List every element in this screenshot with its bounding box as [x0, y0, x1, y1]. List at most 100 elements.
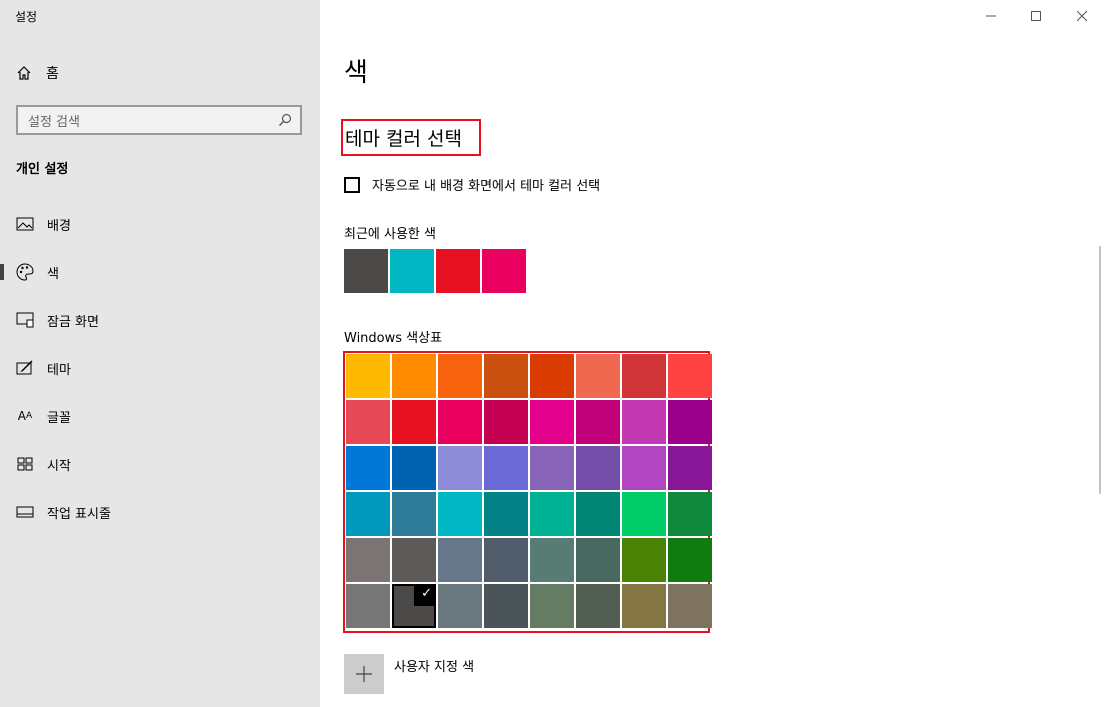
sidebar-item-label: 색: [47, 266, 59, 282]
palette-color-swatch[interactable]: [576, 538, 620, 582]
sidebar-item-label: 글꼴: [47, 410, 71, 426]
lock-screen-icon: [15, 310, 35, 330]
palette-color-swatch[interactable]: [530, 446, 574, 490]
sidebar-item-color[interactable]: 색: [0, 256, 320, 288]
sidebar-item-label: 배경: [47, 218, 71, 234]
palette-color-swatch[interactable]: [530, 492, 574, 536]
palette-color-swatch[interactable]: [576, 584, 620, 628]
palette-color-swatch[interactable]: [622, 584, 666, 628]
palette-color-swatch[interactable]: [484, 400, 528, 444]
palette-grid: ✓: [346, 354, 712, 628]
sidebar-item-label: 테마: [47, 362, 71, 378]
palette-color-swatch[interactable]: [346, 492, 390, 536]
start-icon: [15, 454, 35, 474]
plus-icon: [356, 666, 372, 682]
sidebar-item-font[interactable]: AA 글꼴: [0, 400, 320, 432]
palette-color-swatch[interactable]: [392, 354, 436, 398]
sidebar-item-theme[interactable]: 테마: [0, 352, 320, 384]
palette-color-swatch[interactable]: [438, 492, 482, 536]
palette-color-swatch[interactable]: [392, 400, 436, 444]
palette-color-swatch[interactable]: [392, 492, 436, 536]
palette-color-swatch[interactable]: [346, 584, 390, 628]
page-title: 색: [344, 58, 368, 88]
minimize-icon: [986, 15, 996, 17]
theme-brush-icon: [15, 358, 35, 378]
palette-color-swatch[interactable]: [668, 538, 712, 582]
sidebar-item-label: 작업 표시줄: [47, 506, 111, 522]
palette-color-swatch[interactable]: [530, 354, 574, 398]
picture-icon: [15, 214, 35, 234]
theme-color-heading-text: 테마 컬러 선택: [345, 128, 462, 150]
palette-color-swatch[interactable]: [530, 400, 574, 444]
app-title: 설정: [15, 10, 38, 24]
checkmark-icon: ✓: [421, 586, 432, 601]
palette-color-swatch[interactable]: [668, 354, 712, 398]
custom-color-button[interactable]: [344, 654, 384, 694]
palette-icon: [15, 262, 35, 282]
palette-color-swatch[interactable]: [668, 400, 712, 444]
palette-color-swatch[interactable]: [668, 446, 712, 490]
palette-color-swatch[interactable]: [484, 492, 528, 536]
maximize-button[interactable]: [1013, 0, 1059, 32]
auto-color-checkbox[interactable]: [344, 176, 360, 193]
theme-color-heading: 테마 컬러 선택: [341, 119, 481, 156]
palette-color-swatch[interactable]: [484, 354, 528, 398]
recent-color-swatch[interactable]: [436, 249, 480, 293]
palette-color-swatch[interactable]: [576, 492, 620, 536]
palette-color-swatch[interactable]: [438, 354, 482, 398]
palette-color-swatch[interactable]: [438, 400, 482, 444]
sidebar-home[interactable]: 홈: [16, 62, 59, 84]
recent-color-swatch[interactable]: [482, 249, 526, 293]
search-icon: [279, 113, 292, 126]
home-icon: [17, 66, 31, 80]
palette-color-swatch[interactable]: [346, 446, 390, 490]
palette-color-swatch[interactable]: [622, 400, 666, 444]
recent-color-swatch[interactable]: [390, 249, 434, 293]
palette-color-swatch[interactable]: [576, 446, 620, 490]
palette-color-swatch[interactable]: [622, 492, 666, 536]
sidebar-item-lock-screen[interactable]: 잠금 화면: [0, 304, 320, 336]
recent-colors: [344, 249, 526, 293]
palette-color-swatch[interactable]: [576, 400, 620, 444]
palette-color-swatch[interactable]: [438, 584, 482, 628]
search-placeholder: 설정 검색: [28, 114, 80, 130]
palette-color-swatch[interactable]: [438, 446, 482, 490]
sidebar: 설정 홈 설정 검색 개인 설정 배경 색 잠금 화면 테마 A A 글꼴 시작…: [0, 0, 320, 707]
sidebar-item-label: 잠금 화면: [47, 314, 99, 330]
palette-color-swatch[interactable]: [622, 354, 666, 398]
palette-color-swatch[interactable]: [346, 538, 390, 582]
palette-color-swatch[interactable]: [484, 538, 528, 582]
palette-color-swatch[interactable]: [438, 538, 482, 582]
minimize-button[interactable]: [968, 0, 1014, 32]
scrollbar[interactable]: [1099, 246, 1101, 494]
palette-color-swatch[interactable]: [346, 354, 390, 398]
sidebar-item-taskbar[interactable]: 작업 표시줄: [0, 496, 320, 528]
palette-label: Windows 색상표: [344, 331, 443, 346]
sidebar-item-start[interactable]: 시작: [0, 448, 320, 480]
palette-color-swatch[interactable]: [576, 354, 620, 398]
auto-color-checkbox-row[interactable]: 자동으로 내 배경 화면에서 테마 컬러 선택: [344, 175, 600, 194]
palette-color-swatch[interactable]: [530, 538, 574, 582]
palette-color-swatch[interactable]: [530, 584, 574, 628]
maximize-icon: [1031, 11, 1041, 21]
palette-color-swatch[interactable]: [668, 492, 712, 536]
palette-color-swatch[interactable]: [668, 584, 712, 628]
windows-color-palette: ✓: [343, 351, 712, 633]
palette-color-swatch[interactable]: [622, 538, 666, 582]
recent-color-swatch[interactable]: [344, 249, 388, 293]
palette-color-swatch[interactable]: [346, 400, 390, 444]
palette-color-swatch[interactable]: [392, 446, 436, 490]
close-button[interactable]: [1059, 0, 1105, 32]
search-input[interactable]: 설정 검색: [16, 105, 302, 135]
custom-color-label[interactable]: 사용자 지정 색: [394, 656, 474, 675]
sidebar-item-background[interactable]: 배경: [0, 208, 320, 240]
taskbar-icon: [15, 502, 35, 522]
palette-color-swatch[interactable]: [484, 446, 528, 490]
recent-colors-label: 최근에 사용한 색: [344, 227, 436, 242]
palette-color-swatch[interactable]: [484, 584, 528, 628]
palette-color-swatch[interactable]: [622, 446, 666, 490]
palette-color-swatch[interactable]: [392, 538, 436, 582]
home-label: 홈: [46, 66, 59, 82]
palette-color-swatch[interactable]: ✓: [392, 584, 436, 628]
section-title: 개인 설정: [16, 162, 69, 177]
